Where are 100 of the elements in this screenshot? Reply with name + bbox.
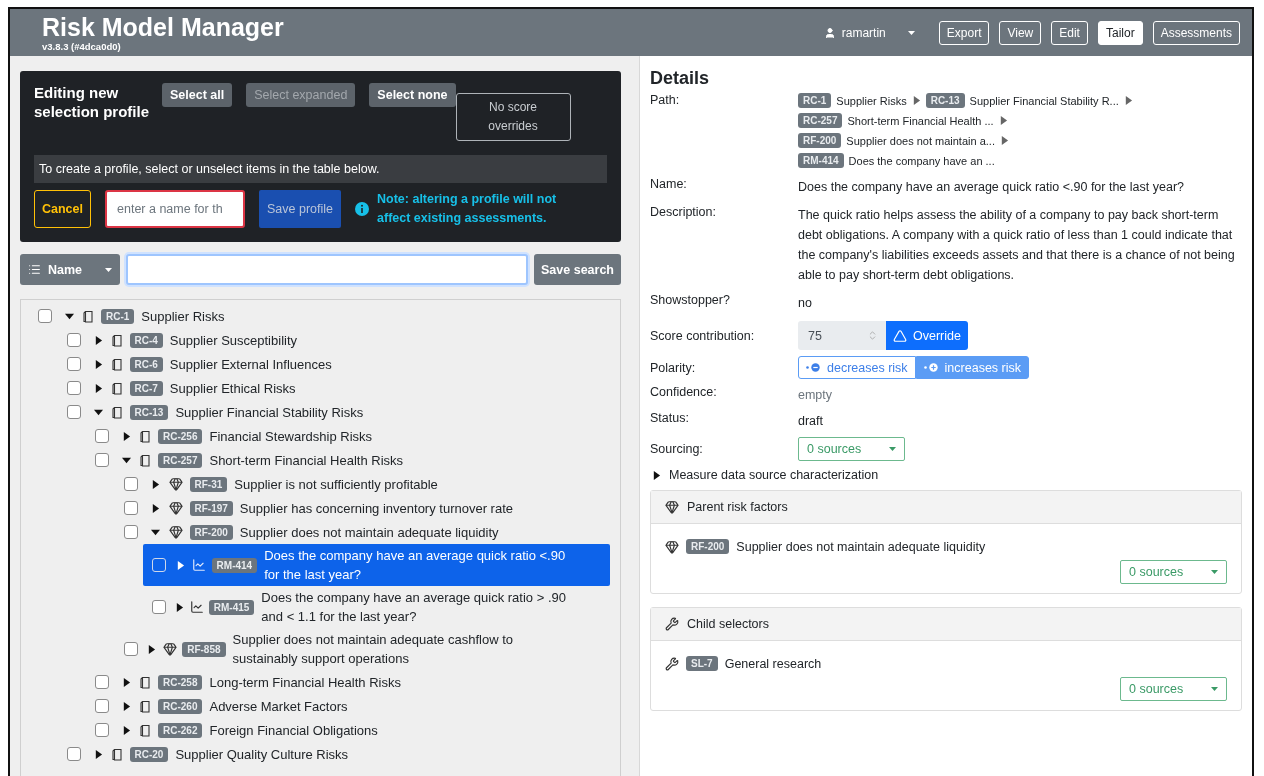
checkbox[interactable]: [95, 699, 109, 713]
checkbox[interactable]: [66, 357, 81, 371]
checkbox[interactable]: [95, 675, 109, 689]
nav-button[interactable]: Assessments: [1152, 20, 1240, 45]
select-button[interactable]: Select none: [369, 83, 456, 107]
clipboard-icon: [111, 381, 123, 395]
checkbox[interactable]: [152, 600, 166, 614]
nav-button[interactable]: Export: [938, 20, 990, 45]
profile-name-field[interactable]: enter a name for th: [105, 190, 245, 228]
cancel-button[interactable]: Cancel: [34, 190, 91, 228]
field-value: empty: [798, 387, 834, 404]
tree-row[interactable]: RC-260 Adverse Market Factors: [86, 694, 610, 718]
polarity-toggle[interactable]: decreases risk: [798, 356, 916, 379]
search-field[interactable]: [126, 254, 528, 285]
checkbox[interactable]: [123, 501, 138, 515]
select-button[interactable]: Select all: [162, 83, 233, 107]
toggle-label: Measure data source characterization: [669, 468, 879, 482]
path-link[interactable]: Supplier Risks: [836, 94, 907, 107]
score-overrides-button[interactable]: No score overrides: [455, 93, 571, 141]
minus-dot-icon: [806, 363, 821, 372]
field-label: Description:: [650, 205, 717, 219]
sources-dropdown[interactable]: 0 sources: [1120, 560, 1227, 584]
checkbox[interactable]: [123, 642, 138, 656]
tree-row[interactable]: RC-13 Supplier Financial Stability Risks: [57, 400, 610, 424]
clipboard-icon: [111, 405, 123, 419]
app-title: Risk Model Manager: [42, 13, 284, 40]
path-link[interactable]: Supplier does not maintain a...: [846, 134, 995, 147]
caret-icon: [122, 701, 131, 711]
caret-icon: [93, 359, 103, 369]
tree-row[interactable]: RF-197 Supplier has concerning inventory turnover rate: [114, 496, 610, 520]
checkbox[interactable]: [123, 525, 138, 539]
gem-icon: [168, 477, 183, 491]
caret-icon: [105, 267, 112, 272]
list-icon: [28, 263, 41, 276]
tree-row[interactable]: RC-4 Supplier Susceptibility: [57, 328, 610, 352]
checkbox[interactable]: [95, 453, 109, 467]
tree-item-label: Foreign Financial Obligations: [209, 721, 379, 740]
tree-row[interactable]: RC-258 Long-term Financial Health Risks: [86, 670, 610, 694]
code-badge: RC-257: [158, 452, 203, 468]
path-link[interactable]: Supplier Financial Stability R...: [969, 94, 1119, 107]
save-profile-button[interactable]: Save profile: [259, 190, 341, 228]
caret-icon: [150, 503, 160, 513]
checkbox[interactable]: [66, 333, 81, 347]
caret-icon: [93, 749, 103, 759]
save-search-button[interactable]: Save search: [534, 254, 621, 285]
sources-dropdown[interactable]: 0 sources: [798, 437, 905, 461]
checkbox[interactable]: [123, 477, 138, 491]
sources-dropdown[interactable]: 0 sources: [1120, 677, 1227, 701]
wrench-icon: [665, 656, 679, 671]
nav-button[interactable]: Edit: [1051, 20, 1088, 45]
caret-icon: [122, 725, 131, 735]
nav-button[interactable]: View: [999, 20, 1042, 45]
tree-row[interactable]: RC-257 Short-term Financial Health Risks: [86, 448, 610, 472]
tree-row[interactable]: RC-256 Financial Stewardship Risks: [86, 424, 610, 448]
checkbox[interactable]: [66, 405, 81, 419]
code-badge: RF-858: [182, 641, 226, 657]
user-menu[interactable]: ramartin: [823, 25, 915, 40]
code-badge: RM-415: [208, 599, 255, 615]
clipboard-icon: [140, 723, 151, 737]
search-field-dropdown[interactable]: Name: [20, 254, 120, 285]
tree-row[interactable]: RC-6 Supplier External Influences: [57, 352, 610, 376]
gem-icon: [665, 539, 679, 554]
tree-row[interactable]: RC-20 Supplier Quality Culture Risks: [57, 742, 610, 766]
field-value: no: [798, 295, 813, 312]
path-link[interactable]: Does the company have an ...: [848, 154, 995, 167]
override-button[interactable]: Override: [886, 321, 968, 350]
clipboard-icon: [140, 453, 151, 467]
tree-row[interactable]: RC-262 Foreign Financial Obligations: [86, 718, 610, 742]
characterization-toggle[interactable]: Measure data source characterization: [652, 468, 1242, 482]
code-badge: RC-6: [129, 356, 163, 372]
checkbox[interactable]: [66, 381, 81, 395]
score-field[interactable]: 75: [798, 321, 886, 350]
tree-row[interactable]: RM-414 Does the company have an average quick ratio <.90 for the last year?: [143, 544, 610, 586]
caret-icon: [93, 335, 103, 345]
checkbox[interactable]: [38, 309, 52, 323]
separator-icon: [998, 116, 1008, 125]
code-badge: RM-414: [798, 153, 844, 168]
clipboard-icon: [83, 309, 94, 323]
separator-icon: [911, 96, 921, 105]
tree-row[interactable]: RM-415 Does the company have an average quick ratio > .90 and < 1.1 for the last year?: [143, 586, 610, 628]
nav-button[interactable]: Tailor: [1097, 20, 1143, 45]
field-label: Status:: [650, 411, 690, 425]
tree-row[interactable]: RC-1 Supplier Risks: [29, 304, 610, 328]
code-badge: RF-31: [189, 476, 228, 492]
caret-icon: [65, 311, 74, 321]
section-title: Parent risk factors: [687, 500, 788, 514]
checkbox[interactable]: [66, 747, 81, 761]
tree-row[interactable]: RF-200 Supplier does not maintain adequate liquidity: [114, 520, 610, 544]
line-chart-icon: [192, 558, 207, 572]
tree-item-label: Long-term Financial Health Risks: [209, 673, 402, 692]
tree-row[interactable]: RF-858 Supplier does not maintain adequate cashflow to sustainably support operations: [114, 628, 610, 670]
code-badge: RC-258: [158, 674, 203, 690]
checkbox[interactable]: [95, 723, 109, 737]
tree-row[interactable]: RF-31 Supplier is not sufficiently profitable: [114, 472, 610, 496]
field-value: Does the company have an average quick ratio <.90 for the last year?: [798, 179, 1185, 196]
tree-row[interactable]: RC-7 Supplier Ethical Risks: [57, 376, 610, 400]
code-badge: RM-414: [211, 557, 258, 573]
path-link[interactable]: Short-term Financial Health ...: [847, 114, 994, 127]
item-label: General research: [724, 656, 822, 671]
checkbox[interactable]: [95, 429, 109, 443]
